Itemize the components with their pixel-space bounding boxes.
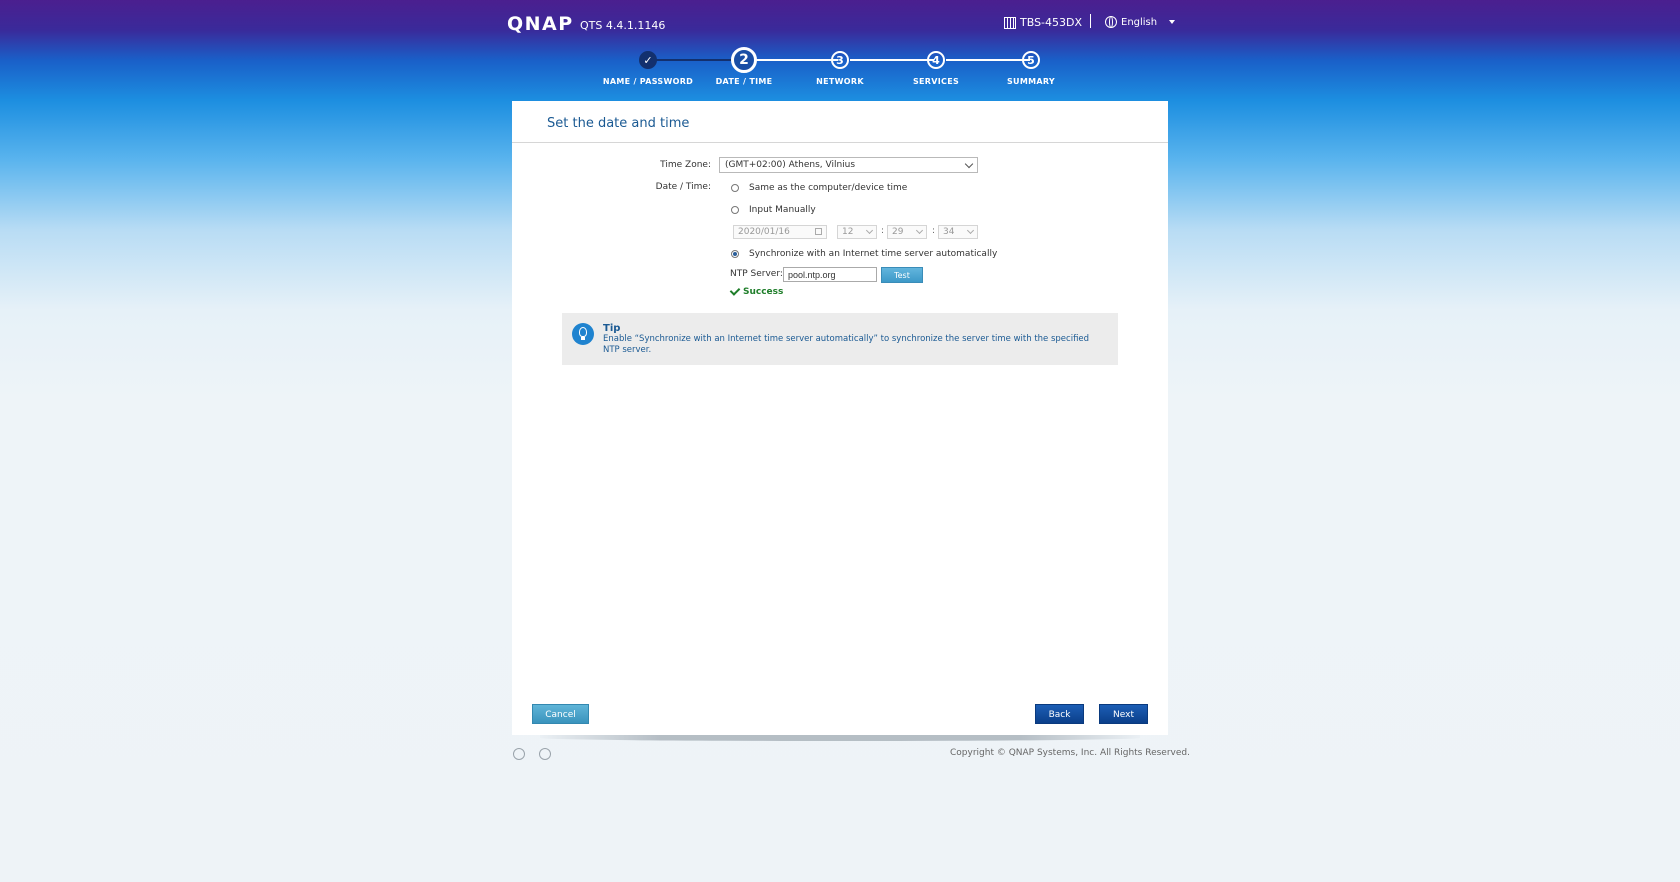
step-number: 3 (831, 51, 849, 69)
manual-minute-select[interactable]: 29 (887, 225, 927, 239)
time-separator: : (881, 226, 885, 236)
radio-label: Synchronize with an Internet time server… (749, 249, 998, 259)
wizard-steps: ✓ NAME / PASSWORD 2 DATE / TIME 3 NETWOR… (0, 0, 1680, 95)
step-number: 5 (1022, 51, 1040, 69)
cancel-button[interactable]: Cancel (532, 704, 589, 724)
manual-second-value: 34 (943, 227, 955, 237)
wizard-panel: Set the date and time Time Zone: (GMT+02… (512, 101, 1168, 735)
test-button[interactable]: Test (881, 267, 923, 283)
step-number: 4 (927, 51, 945, 69)
radio-button[interactable] (731, 206, 739, 214)
power-icon[interactable] (513, 748, 525, 760)
step-summary: 5 SUMMARY (971, 51, 1091, 86)
radio-button-selected[interactable] (731, 250, 739, 258)
chevron-down-icon (964, 159, 974, 169)
tip-title: Tip (603, 323, 621, 334)
radio-input-manually[interactable]: Input Manually (731, 205, 816, 215)
ntp-server-label: NTP Server: (730, 269, 783, 279)
step-number: 2 (731, 47, 757, 73)
lightbulb-icon (572, 323, 594, 345)
time-separator: : (932, 226, 936, 236)
timezone-label: Time Zone: (660, 160, 711, 170)
radio-sync-internet[interactable]: Synchronize with an Internet time server… (731, 249, 997, 259)
manual-minute-value: 29 (892, 227, 904, 237)
step-check-icon: ✓ (639, 51, 657, 69)
manual-second-select[interactable]: 34 (938, 225, 978, 239)
tip-box: Tip Enable “Synchronize with an Internet… (562, 313, 1118, 365)
success-check-icon (729, 285, 741, 296)
back-button[interactable]: Back (1035, 704, 1084, 724)
radio-label: Same as the computer/device time (749, 183, 908, 193)
copyright-text: Copyright © QNAP Systems, Inc. All Right… (950, 748, 1190, 758)
timezone-select[interactable]: (GMT+02:00) Athens, Vilnius (719, 157, 978, 173)
timezone-value: (GMT+02:00) Athens, Vilnius (725, 160, 856, 170)
chevron-down-icon (966, 226, 975, 235)
title-divider (512, 142, 1168, 143)
calendar-icon (815, 228, 822, 235)
chevron-down-icon (865, 226, 874, 235)
ntp-server-input[interactable] (783, 267, 877, 282)
step-label: SUMMARY (1007, 77, 1055, 86)
radio-button[interactable] (731, 184, 739, 192)
datetime-label: Date / Time: (655, 182, 711, 192)
manual-hour-select[interactable]: 12 (837, 225, 877, 239)
panel-shadow (540, 735, 1140, 741)
status-text: Success (743, 286, 784, 297)
tip-text: Enable “Synchronize with an Internet tim… (603, 334, 1090, 355)
page-title: Set the date and time (547, 116, 690, 131)
ntp-status: Success (729, 285, 784, 297)
radio-same-as-computer[interactable]: Same as the computer/device time (731, 183, 907, 193)
next-button[interactable]: Next (1099, 704, 1148, 724)
manual-date-value: 2020/01/16 (738, 227, 790, 237)
restart-icon[interactable] (539, 748, 551, 760)
manual-hour-value: 12 (842, 227, 854, 237)
chevron-down-icon (915, 226, 924, 235)
radio-label: Input Manually (749, 205, 816, 215)
manual-date-field[interactable]: 2020/01/16 (733, 225, 827, 239)
